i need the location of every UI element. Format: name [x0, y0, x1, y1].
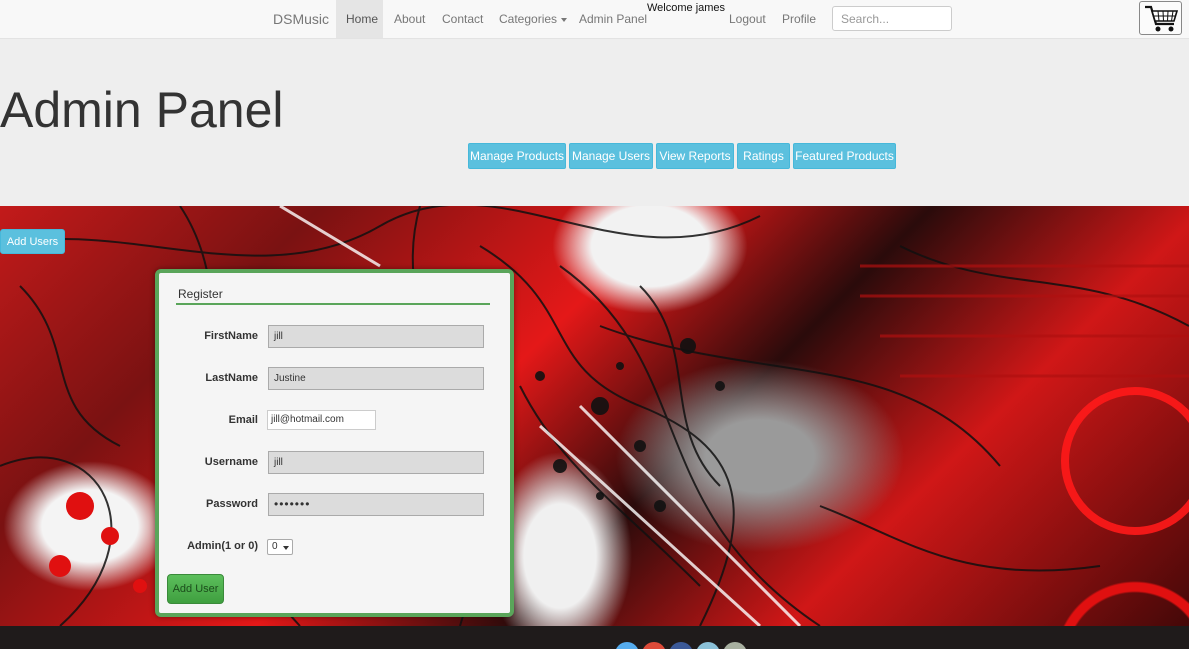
nav-home-label[interactable]: Home [346, 12, 378, 26]
admin-label: Admin(1 or 0) [187, 540, 258, 552]
footer-bar [0, 626, 1189, 649]
legend-divider [176, 303, 490, 305]
nav-item-admin-panel[interactable]: Admin Panel [579, 12, 647, 26]
form-legend: Register [178, 287, 223, 301]
categories-label[interactable]: Categories [499, 12, 557, 26]
featured-products-button[interactable]: Featured Products [793, 143, 896, 169]
chevron-down-icon [283, 546, 289, 550]
brand-logo[interactable]: DSMusic [273, 11, 329, 27]
ratings-button[interactable]: Ratings [737, 143, 790, 169]
username-label: Username [204, 456, 258, 468]
manage-products-button[interactable]: Manage Products [468, 143, 566, 169]
add-users-button[interactable]: Add Users [0, 229, 65, 254]
firstname-field[interactable]: jill [268, 325, 484, 348]
add-user-submit-button[interactable]: Add User [167, 574, 224, 604]
cart-button[interactable] [1139, 1, 1182, 35]
register-form-panel [155, 269, 514, 617]
admin-select-value[interactable]: 0 [272, 541, 278, 552]
nav-item-categories[interactable]: Categories [499, 12, 568, 26]
email-label: Email [228, 414, 258, 426]
lastname-field[interactable]: Justine [268, 367, 484, 390]
top-navbar: DSMusic Home About Contact Categories Ad… [0, 0, 1189, 39]
password-label: Password [206, 498, 258, 510]
manage-users-button[interactable]: Manage Users [569, 143, 653, 169]
nav-item-about[interactable]: About [394, 12, 425, 26]
password-field[interactable]: ••••••• [268, 493, 484, 516]
username-field[interactable]: jill [268, 451, 484, 474]
search-input[interactable] [832, 6, 952, 31]
email-field[interactable]: jill@hotmail.com [267, 410, 376, 430]
chevron-down-icon [561, 17, 568, 22]
nav-item-profile[interactable]: Profile [782, 12, 816, 26]
lastname-label: LastName [205, 372, 258, 384]
nav-item-home[interactable]: Home [336, 0, 383, 38]
view-reports-button[interactable]: View Reports [656, 143, 734, 169]
shopping-cart-icon [1145, 5, 1179, 32]
nav-item-contact[interactable]: Contact [442, 12, 483, 26]
firstname-label: FirstName [204, 330, 258, 342]
nav-item-logout[interactable]: Logout [729, 12, 766, 26]
admin-select[interactable]: 0 [267, 539, 293, 555]
welcome-text: Welcome james [647, 2, 726, 14]
page-title: Admin Panel [0, 82, 284, 138]
